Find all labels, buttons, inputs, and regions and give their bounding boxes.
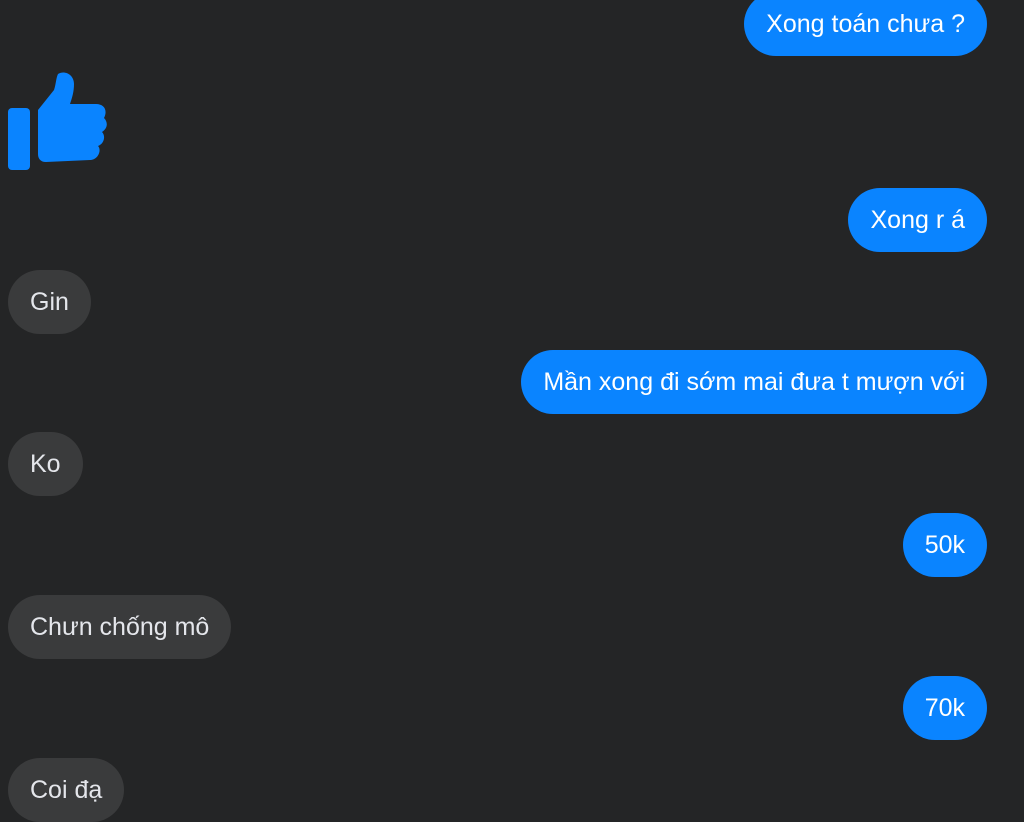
message-received[interactable]: Gin bbox=[8, 270, 91, 334]
message-text: Coi đạ bbox=[30, 776, 103, 804]
message-text: 70k bbox=[924, 694, 965, 722]
message-text: Mần xong đi sớm mai đưa t mượn với bbox=[543, 368, 965, 396]
message-text: Gin bbox=[30, 288, 69, 316]
message-received[interactable]: Chưn chống mô bbox=[8, 595, 232, 659]
message-sent[interactable]: Xong r á bbox=[848, 188, 987, 252]
message-sent[interactable]: Mần xong đi sớm mai đưa t mượn với bbox=[521, 350, 987, 414]
message-received[interactable]: Coi đạ bbox=[8, 758, 125, 822]
message-sent[interactable]: Xong toán chưa ? bbox=[744, 0, 987, 56]
message-text: Xong toán chưa ? bbox=[766, 10, 965, 38]
thumbs-up-icon bbox=[8, 72, 107, 170]
message-text: Xong r á bbox=[870, 206, 965, 234]
message-text: 50k bbox=[924, 531, 965, 559]
message-sent[interactable]: 50k bbox=[902, 513, 987, 577]
message-text: Ko bbox=[30, 450, 61, 478]
message-text: Chưn chống mô bbox=[30, 613, 210, 641]
thumbs-up-icon[interactable] bbox=[6, 70, 108, 172]
message-received[interactable]: Ko bbox=[8, 432, 83, 496]
message-sent[interactable]: 70k bbox=[902, 676, 987, 740]
